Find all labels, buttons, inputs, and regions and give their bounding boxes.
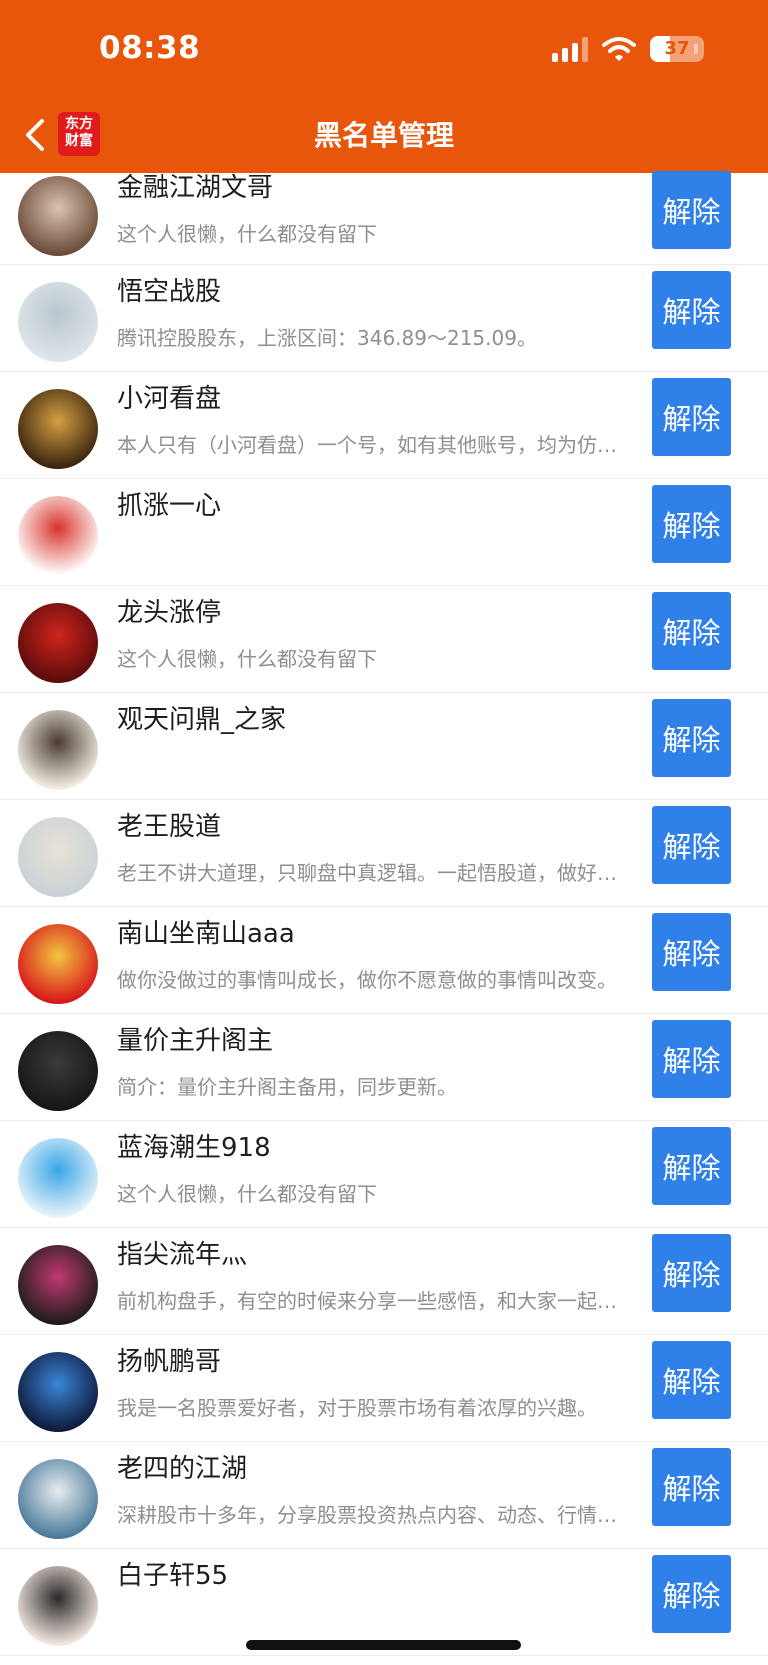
- user-description: 简介：量价主升阁主备用，同步更新。: [117, 1075, 457, 1099]
- wifi-icon: [602, 37, 636, 61]
- unblock-button[interactable]: 解除: [652, 1555, 731, 1633]
- unblock-button[interactable]: 解除: [652, 592, 731, 670]
- avatar[interactable]: [18, 1566, 98, 1646]
- list-item[interactable]: 老四的江湖深耕股市十多年，分享股票投资热点内容、动态、行情分析。 解除: [0, 1442, 768, 1549]
- avatar[interactable]: [18, 1245, 98, 1325]
- avatar[interactable]: [18, 710, 98, 790]
- unblock-button[interactable]: 解除: [652, 699, 731, 777]
- unblock-button[interactable]: 解除: [652, 271, 731, 349]
- user-name[interactable]: 南山坐南山aaa: [117, 913, 295, 950]
- user-description: 腾讯控股股东，上涨区间：346.89～215.09。: [117, 326, 537, 350]
- avatar[interactable]: [18, 817, 98, 897]
- avatar[interactable]: [18, 1138, 98, 1218]
- user-name[interactable]: 量价主升阁主: [117, 1020, 273, 1057]
- avatar[interactable]: [18, 603, 98, 683]
- unblock-button[interactable]: 解除: [652, 806, 731, 884]
- status-time: 08:38: [99, 30, 201, 66]
- list-item[interactable]: 指尖流年灬前机构盘手，有空的时候来分享一些感悟，和大家一起进步。 解除: [0, 1228, 768, 1335]
- blacklist: 金融江湖文哥 这个人很懒，什么都没有留下 解除 悟空战股 腾讯控股股东，上涨区间：346…: [0, 171, 768, 1656]
- user-description: 老王不讲大道理，只聊盘中真逻辑。一起悟股道，做好交易。: [117, 861, 635, 885]
- list-item[interactable]: 老王股道老王不讲大道理，只聊盘中真逻辑。一起悟股道，做好交易。 解除: [0, 800, 768, 907]
- user-description: 深耕股市十多年，分享股票投资热点内容、动态、行情分析。: [117, 1503, 635, 1527]
- user-description: 做你没做过的事情叫成长，做你不愿意做的事情叫改变。: [117, 968, 617, 992]
- status-icons: 37: [552, 36, 704, 62]
- user-description: 这个人很懒，什么都没有留下: [117, 647, 377, 671]
- user-name[interactable]: 老四的江湖: [117, 1448, 247, 1485]
- user-name[interactable]: 小河看盘: [117, 378, 221, 415]
- user-description: 我是一名股票爱好者，对于股票市场有着浓厚的兴趣。: [117, 1396, 597, 1420]
- user-name[interactable]: 龙头涨停: [117, 592, 221, 629]
- avatar[interactable]: [18, 1031, 98, 1111]
- battery-icon: 37: [650, 36, 704, 62]
- avatar[interactable]: [18, 176, 98, 256]
- unblock-button[interactable]: 解除: [652, 378, 731, 456]
- unblock-button[interactable]: 解除: [652, 1448, 731, 1526]
- unblock-button[interactable]: 解除: [652, 171, 731, 249]
- unblock-button[interactable]: 解除: [652, 1234, 731, 1312]
- list-item[interactable]: 扬帆鹏哥我是一名股票爱好者，对于股票市场有着浓厚的兴趣。 解除: [0, 1335, 768, 1442]
- user-name[interactable]: 悟空战股: [117, 271, 221, 308]
- list-item[interactable]: 观天问鼎_之家 解除: [0, 693, 768, 800]
- user-description: 这个人很懒，什么都没有留下: [117, 1182, 377, 1206]
- user-name[interactable]: 蓝海潮生918: [117, 1127, 271, 1164]
- list-item[interactable]: 悟空战股腾讯控股股东，上涨区间：346.89～215.09。 解除: [0, 265, 768, 372]
- page-title: 黑名单管理: [313, 119, 454, 152]
- avatar[interactable]: [18, 496, 98, 576]
- user-description: 这个人很懒，什么都没有留下: [117, 222, 377, 246]
- list-item[interactable]: 南山坐南山aaa 做你没做过的事情叫成长，做你不愿意做的事情叫改变。 解除: [0, 907, 768, 1014]
- list-item[interactable]: 小河看盘本人只有（小河看盘）一个号，如有其他账号，均为仿冒。 解除: [0, 372, 768, 479]
- user-description: 前机构盘手，有空的时候来分享一些感悟，和大家一起进步。: [117, 1289, 635, 1313]
- user-name[interactable]: 金融江湖文哥: [117, 167, 273, 204]
- avatar[interactable]: [18, 389, 98, 469]
- unblock-button[interactable]: 解除: [652, 1341, 731, 1419]
- app-header: 08:38 37 东方 财富 黑名单管理: [0, 0, 768, 173]
- unblock-button[interactable]: 解除: [652, 913, 731, 991]
- battery-percent: 37: [664, 38, 690, 59]
- list-item[interactable]: 抓涨一心 解除: [0, 479, 768, 586]
- avatar[interactable]: [18, 282, 98, 362]
- cellular-signal-icon: [552, 36, 588, 62]
- user-name[interactable]: 抓涨一心: [117, 485, 221, 522]
- avatar[interactable]: [18, 1459, 98, 1539]
- user-name[interactable]: 老王股道: [117, 806, 221, 843]
- user-name[interactable]: 扬帆鹏哥: [117, 1341, 221, 1378]
- avatar[interactable]: [18, 1352, 98, 1432]
- home-indicator: [246, 1640, 521, 1650]
- user-name[interactable]: 白子轩55: [117, 1555, 228, 1592]
- user-name[interactable]: 观天问鼎_之家: [117, 699, 286, 736]
- unblock-button[interactable]: 解除: [652, 485, 731, 563]
- unblock-button[interactable]: 解除: [652, 1020, 731, 1098]
- avatar[interactable]: [18, 924, 98, 1004]
- list-item[interactable]: 蓝海潮生918 这个人很懒，什么都没有留下 解除: [0, 1121, 768, 1228]
- list-item[interactable]: 量价主升阁主简介：量价主升阁主备用，同步更新。 解除: [0, 1014, 768, 1121]
- user-description: 本人只有（小河看盘）一个号，如有其他账号，均为仿冒。: [117, 433, 635, 457]
- user-name[interactable]: 指尖流年灬: [117, 1234, 247, 1271]
- unblock-button[interactable]: 解除: [652, 1127, 731, 1205]
- list-item[interactable]: 金融江湖文哥 这个人很懒，什么都没有留下 解除: [0, 171, 768, 265]
- list-item[interactable]: 龙头涨停这个人很懒，什么都没有留下 解除: [0, 586, 768, 693]
